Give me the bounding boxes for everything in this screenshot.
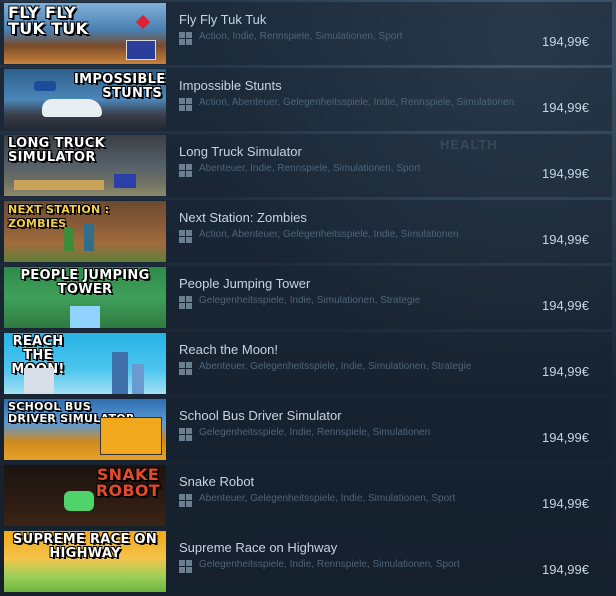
building-graphic [24,368,54,394]
game-tags: Abenteuer, Gelegenheitsspiele, Indie, Si… [199,361,472,372]
windows-icon [179,428,192,441]
trailer-graphic [14,180,104,190]
game-price: 194,99€ [542,166,589,181]
capsule-title-text: LONG TRUCK SIMULATOR [8,136,105,165]
windows-icon [179,98,192,111]
game-price: 194,99€ [542,364,589,379]
windows-icon [179,560,192,573]
game-tags: Gelegenheitsspiele, Indie, Rennspiele, S… [199,559,460,570]
game-tags: Abenteuer, Indie, Rennspiele, Simulation… [199,163,421,174]
game-tags: Action, Indie, Rennspiele, Simulationen,… [199,31,403,42]
background-watermark: HEALTH [440,137,498,152]
game-row[interactable]: SUPREME RACE ON HIGHWAY Supreme Race on … [0,530,612,593]
game-tags: Action, Abenteuer, Gelegenheitsspiele, I… [199,229,459,240]
car-graphic [42,99,102,117]
game-title[interactable]: Next Station: Zombies [179,210,307,225]
game-row[interactable]: LONG TRUCK SIMULATOR Long Truck Simulato… [0,134,612,197]
game-row[interactable]: SNAKE ROBOT Snake Robot Abenteuer, Geleg… [0,464,612,527]
game-price: 194,99€ [542,562,589,577]
game-tags: Gelegenheitsspiele, Indie, Rennspiele, S… [199,427,431,438]
game-capsule-image[interactable]: SUPREME RACE ON HIGHWAY [4,531,166,592]
game-title[interactable]: Snake Robot [179,474,254,489]
capsule-title-text: IMPOSSIBLE STUNTS [74,72,166,101]
windows-icon [179,32,192,45]
building-graphic [112,352,128,394]
vehicle-graphic [126,40,156,60]
game-title[interactable]: Supreme Race on Highway [179,540,337,555]
zombie-graphic [84,223,94,251]
game-row[interactable]: SCHOOL BUS DRIVER SIMULATOR School Bus D… [0,398,612,461]
game-row[interactable]: NEXT STATION : ZOMBIES Next Station: Zom… [0,200,612,263]
game-price: 194,99€ [542,496,589,511]
windows-icon [179,230,192,243]
capsule-title-text: PEOPLE JUMPING TOWER [20,268,150,297]
game-title[interactable]: Impossible Stunts [179,78,282,93]
game-row[interactable]: FLY FLY TUK TUK Fly Fly Tuk Tuk Action, … [0,2,612,65]
game-tags: Action, Abenteuer, Gelegenheitsspiele, I… [199,97,515,108]
game-title[interactable]: School Bus Driver Simulator [179,408,342,423]
game-price: 194,99€ [542,232,589,247]
game-tags: Abenteuer, Gelegenheitsspiele, Indie, Si… [199,493,456,504]
game-title[interactable]: Reach the Moon! [179,342,278,357]
game-row[interactable]: PEOPLE JUMPING TOWER People Jumping Towe… [0,266,612,329]
building-graphic [132,364,144,394]
bus-graphic [100,417,162,455]
game-capsule-image[interactable]: PEOPLE JUMPING TOWER [4,267,166,328]
game-price: 194,99€ [542,298,589,313]
game-title[interactable]: Long Truck Simulator [179,144,302,159]
game-tags: Gelegenheitsspiele, Indie, Simulationen,… [199,295,421,306]
game-title[interactable]: People Jumping Tower [179,276,310,291]
game-capsule-image[interactable]: IMPOSSIBLE STUNTS [4,69,166,130]
game-price: 194,99€ [542,430,589,445]
game-capsule-image[interactable]: LONG TRUCK SIMULATOR [4,135,166,196]
car-graphic [34,81,56,91]
tower-graphic [70,306,100,328]
capsule-title-text: SUPREME RACE ON HIGHWAY [12,532,158,561]
game-capsule-image[interactable]: FLY FLY TUK TUK [4,3,166,64]
game-row[interactable]: IMPOSSIBLE STUNTS Impossible Stunts Acti… [0,68,612,131]
capsule-title-text: SNAKE ROBOT [95,465,160,500]
robot-graphic [64,491,94,511]
game-price: 194,99€ [542,34,589,49]
windows-icon [179,362,192,375]
game-capsule-image[interactable]: SCHOOL BUS DRIVER SIMULATOR [4,399,166,460]
zombie-graphic [64,227,74,251]
truck-graphic [114,174,136,188]
game-price: 194,99€ [542,100,589,115]
game-capsule-image[interactable]: NEXT STATION : ZOMBIES [4,201,166,262]
game-row[interactable]: REACH THE MOON! Reach the Moon! Abenteue… [0,332,612,395]
windows-icon [179,164,192,177]
game-title[interactable]: Fly Fly Tuk Tuk [179,12,266,27]
windows-icon [179,494,192,507]
windows-icon [179,296,192,309]
game-capsule-image[interactable]: SNAKE ROBOT [4,465,166,526]
game-capsule-image[interactable]: REACH THE MOON! [4,333,166,394]
